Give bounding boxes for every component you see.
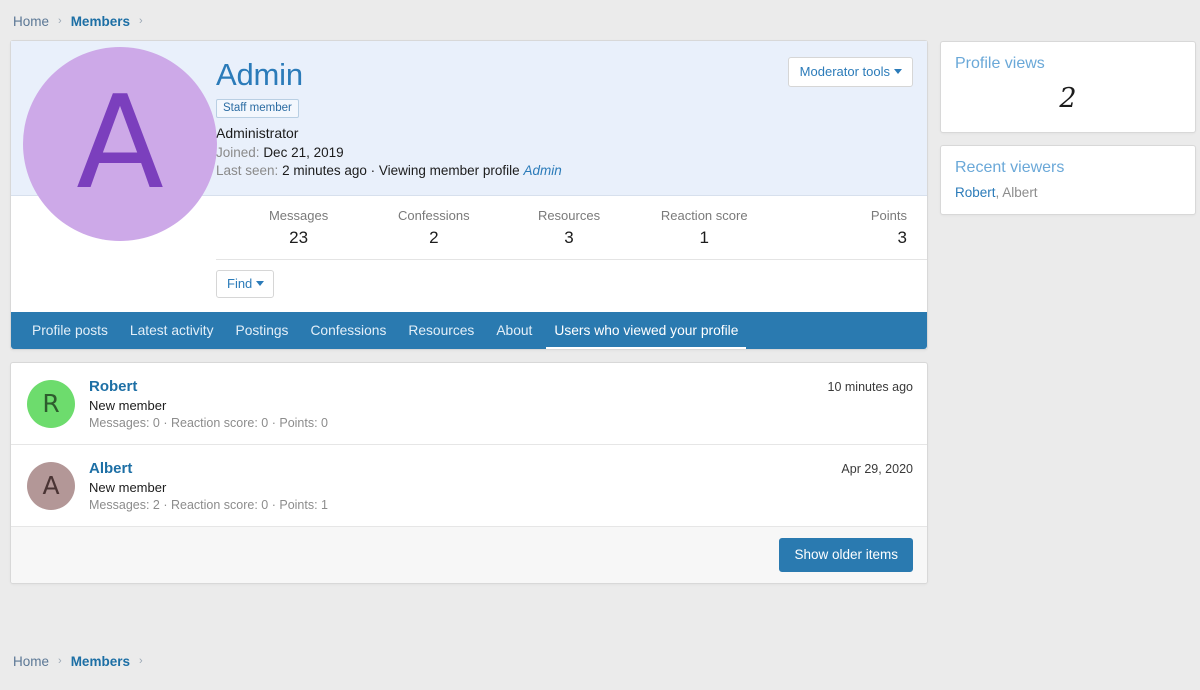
last-seen-value: 2 minutes ago · Viewing member profile — [282, 163, 520, 178]
avatar[interactable]: A — [23, 47, 217, 241]
stat-value: 3 — [501, 228, 636, 248]
recent-viewers-title: Recent viewers — [941, 146, 1195, 185]
viewer-name-link[interactable]: Robert — [89, 378, 137, 395]
chevron-right-icon: › — [58, 655, 62, 667]
breadcrumb-home[interactable]: Home — [13, 654, 49, 669]
joined-value: Dec 21, 2019 — [263, 145, 343, 160]
last-seen-line: Last seen: 2 minutes ago · Viewing membe… — [216, 163, 913, 178]
profile-views-title: Profile views — [941, 42, 1195, 81]
page-container: A Moderator tools Admin Staff member Adm… — [0, 40, 1200, 584]
tab-about[interactable]: About — [485, 312, 543, 349]
stat-label: Points — [772, 208, 907, 223]
stat-label: Messages — [231, 208, 366, 223]
stat-label: Confessions — [366, 208, 501, 223]
tab-confessions[interactable]: Confessions — [299, 312, 397, 349]
chevron-right-icon: › — [139, 15, 143, 27]
recent-viewers-card: Recent viewers Robert, Albert — [940, 145, 1196, 215]
member-profile-card: A Moderator tools Admin Staff member Adm… — [10, 40, 928, 350]
avatar[interactable]: A — [27, 462, 75, 510]
sidebar: Profile views 2 Recent viewers Robert, A… — [940, 41, 1196, 227]
table-row: A Albert New member Messages: 2 · Reacti… — [11, 445, 927, 527]
table-row: R Robert New member Messages: 0 · Reacti… — [11, 363, 927, 445]
last-seen-label: Last seen: — [216, 163, 278, 178]
profile-views-card: Profile views 2 — [940, 41, 1196, 133]
avatar[interactable]: R — [27, 380, 75, 428]
moderator-tools-label: Moderator tools — [800, 64, 890, 79]
profile-views-count: 2 — [941, 81, 1195, 132]
member-header: A Moderator tools Admin Staff member Adm… — [11, 41, 927, 196]
breadcrumb-top: Home › Members › — [0, 0, 1200, 40]
stat-points[interactable]: Points 3 — [772, 208, 909, 248]
stat-label: Resources — [501, 208, 636, 223]
stat-resources[interactable]: Resources 3 — [501, 208, 636, 248]
chevron-right-icon: › — [139, 655, 143, 667]
chevron-down-icon — [894, 69, 902, 74]
stat-label: Reaction score — [637, 208, 772, 223]
viewer-stats: Messages: 0 · Reaction score: 0 · Points… — [89, 416, 814, 430]
find-button[interactable]: Find — [216, 270, 274, 298]
profile-tab-bar: Profile posts Latest activity Postings C… — [11, 312, 927, 349]
recent-viewer-link-robert[interactable]: Robert — [955, 185, 996, 200]
stats-row: Messages 23 Confessions 2 Resources 3 Re… — [216, 196, 927, 260]
user-title: Administrator — [216, 125, 913, 141]
viewers-list-card: R Robert New member Messages: 0 · Reacti… — [10, 362, 928, 584]
breadcrumb-members[interactable]: Members — [71, 14, 130, 29]
viewer-timestamp: 10 minutes ago — [814, 378, 913, 394]
status-badge: Staff member — [216, 99, 299, 118]
stat-value: 23 — [231, 228, 366, 248]
last-seen-profile-link[interactable]: Admin — [523, 163, 561, 178]
recent-viewers-list: Robert, Albert — [941, 185, 1195, 214]
viewer-name-link[interactable]: Albert — [89, 460, 132, 477]
stat-value: 3 — [772, 228, 907, 248]
stat-value: 1 — [637, 228, 772, 248]
tab-postings[interactable]: Postings — [225, 312, 300, 349]
stat-reaction-score[interactable]: Reaction score 1 — [637, 208, 772, 248]
find-button-label: Find — [227, 276, 252, 291]
stat-confessions[interactable]: Confessions 2 — [366, 208, 501, 248]
tab-profile-posts[interactable]: Profile posts — [21, 312, 119, 349]
breadcrumb-bottom: Home › Members › — [0, 641, 1200, 681]
viewer-timestamp: Apr 29, 2020 — [827, 460, 913, 476]
chevron-right-icon: › — [58, 15, 62, 27]
recent-viewer-albert: Albert — [1002, 185, 1037, 200]
row-body: Robert New member Messages: 0 · Reaction… — [89, 378, 814, 430]
tab-resources[interactable]: Resources — [397, 312, 485, 349]
tab-users-who-viewed-your-profile[interactable]: Users who viewed your profile — [543, 312, 749, 349]
viewer-user-title: New member — [89, 398, 814, 413]
chevron-down-icon — [256, 281, 264, 286]
joined-line: Joined: Dec 21, 2019 — [216, 145, 913, 160]
viewer-user-title: New member — [89, 480, 827, 495]
list-footer: Show older items — [11, 527, 927, 583]
main-content-column: A Moderator tools Admin Staff member Adm… — [10, 40, 928, 584]
stat-messages[interactable]: Messages 23 — [231, 208, 366, 248]
show-older-items-button[interactable]: Show older items — [779, 538, 913, 572]
viewer-stats: Messages: 2 · Reaction score: 0 · Points… — [89, 498, 827, 512]
moderator-tools-button[interactable]: Moderator tools — [788, 57, 913, 87]
find-row: Find — [216, 260, 927, 312]
joined-label: Joined: — [216, 145, 260, 160]
row-body: Albert New member Messages: 2 · Reaction… — [89, 460, 827, 512]
stat-value: 2 — [366, 228, 501, 248]
tab-latest-activity[interactable]: Latest activity — [119, 312, 225, 349]
breadcrumb-members[interactable]: Members — [71, 654, 130, 669]
breadcrumb-home[interactable]: Home — [13, 14, 49, 29]
